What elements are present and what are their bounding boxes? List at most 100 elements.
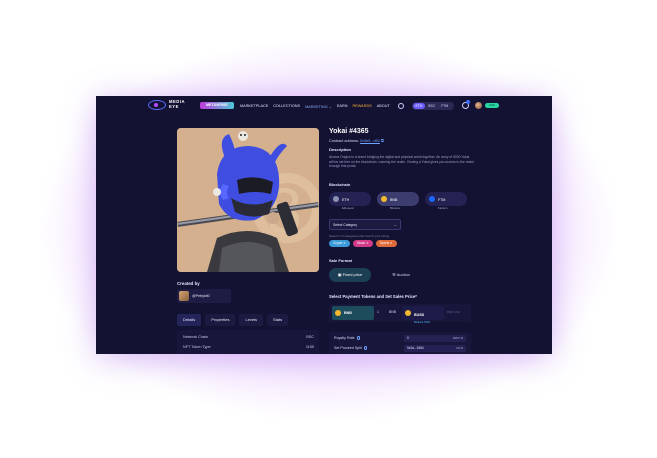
logo-line-2: EYE bbox=[169, 104, 179, 109]
logo[interactable]: MEDIA EYE bbox=[148, 100, 185, 110]
auction-button[interactable]: ⚒ Auction bbox=[381, 268, 421, 282]
metaverse-button[interactable]: METAVERSE bbox=[200, 102, 234, 109]
nav-link-earn[interactable]: EARN bbox=[337, 104, 348, 109]
auction-label: Auction bbox=[396, 272, 410, 277]
tab-properties[interactable]: Properties bbox=[205, 314, 236, 326]
chain-name: BNB bbox=[390, 198, 398, 202]
contract-link[interactable]: 0x3e5...d92 bbox=[360, 139, 380, 143]
chain-ftm[interactable]: FTM bbox=[439, 103, 451, 109]
contract-label: Contract address: bbox=[329, 139, 359, 143]
category-placeholder: Select Category bbox=[333, 223, 358, 227]
royalty-unit: MAX % bbox=[452, 336, 463, 340]
bnb-icon bbox=[335, 310, 341, 316]
royalty-value: 0 bbox=[407, 336, 409, 340]
cart-badge bbox=[466, 100, 470, 104]
creator-name: @Petrykit0 bbox=[192, 294, 210, 298]
payment-label: Select Payment Tokens and Set Sales Pric… bbox=[329, 294, 417, 299]
royalty-label-text: Royalty Rate bbox=[334, 336, 355, 340]
blockchain-option-bnb[interactable]: BNB Binance bbox=[377, 192, 419, 210]
chain-name: FTM bbox=[438, 198, 446, 202]
info-icon[interactable] bbox=[356, 336, 361, 340]
chain-text: BNB Binance bbox=[390, 188, 400, 210]
details-panel: Network Chain BSC NFT Token Type 1155 bbox=[177, 330, 319, 354]
token-busd-label: BUSD bbox=[414, 312, 425, 317]
royalty-label: Royalty Rate bbox=[334, 336, 361, 340]
description-text: Akuma Origins is a brand bridging the di… bbox=[329, 155, 474, 169]
creator-avatar bbox=[179, 291, 189, 301]
tab-levels[interactable]: Levels bbox=[239, 314, 264, 326]
sale-format-label: Sale Format bbox=[329, 258, 352, 263]
busd-icon bbox=[405, 310, 411, 316]
blockchain-options: ETH Ethereum BNB Binance FTM Fantom bbox=[329, 192, 467, 210]
app-screen: MEDIA EYE METAVERSE MARKETPLACE COLLECTI… bbox=[96, 96, 552, 354]
nft-title: Yokai #4365 bbox=[329, 128, 369, 135]
search-icon[interactable] bbox=[398, 103, 404, 109]
fixed-price-button[interactable]: ▣ Fixed price bbox=[329, 268, 371, 282]
royalty-row: Royalty Rate 0 MAX % bbox=[334, 335, 466, 343]
chain-subtitle: Binance bbox=[390, 206, 401, 210]
info-icon[interactable] bbox=[363, 346, 368, 350]
chain-subtitle: Ethereum bbox=[342, 206, 355, 210]
detail-row: Network Chain BSC bbox=[183, 335, 314, 339]
busd-text: BUSD Binance USD bbox=[414, 303, 430, 324]
token-busd[interactable]: BUSD Binance USD bbox=[402, 306, 444, 324]
copy-icon[interactable]: ⧉ bbox=[381, 139, 384, 143]
info-tabs: Details Properties Levels Stats bbox=[177, 314, 319, 326]
detail-value: 1155 bbox=[305, 345, 314, 349]
nav-link-collections[interactable]: COLLECTIONS bbox=[273, 104, 300, 109]
eye-logo-icon bbox=[148, 100, 166, 110]
fantom-icon bbox=[429, 196, 435, 202]
yokai-artwork: 8 bbox=[177, 128, 319, 272]
chain-eth[interactable]: ETH bbox=[413, 103, 425, 109]
chevron-down-icon: ⌄ bbox=[393, 222, 397, 227]
split-input[interactable]: 0x2a...3454 10 % bbox=[404, 345, 466, 352]
royalty-input[interactable]: 0 MAX % bbox=[404, 335, 466, 342]
user-avatar[interactable] bbox=[475, 102, 482, 109]
category-tag-sports[interactable]: Sports ✕ bbox=[375, 240, 397, 247]
blockchain-label: Blockchain bbox=[329, 182, 351, 187]
creator-card[interactable]: @Petrykit0 bbox=[177, 289, 231, 303]
split-value: 0x2a...3454 bbox=[407, 346, 424, 350]
tab-stats[interactable]: Stats bbox=[267, 314, 289, 326]
nav-link-about[interactable]: ABOUT bbox=[377, 104, 390, 109]
category-select[interactable]: Select Category ⌄ bbox=[329, 219, 401, 230]
blockchain-option-ftm[interactable]: FTM Fantom bbox=[425, 192, 467, 210]
nav-link-marketplace[interactable]: MARKETPLACE bbox=[240, 104, 268, 109]
split-unit: 10 % bbox=[456, 346, 463, 350]
chain-text: FTM Fantom bbox=[438, 188, 447, 210]
fees-panel: Royalty Rate 0 MAX % Set Proceed Split 0… bbox=[329, 332, 471, 354]
chain-bsc[interactable]: BSC bbox=[426, 103, 438, 109]
top-navbar: MEDIA EYE METAVERSE MARKETPLACE COLLECTI… bbox=[96, 96, 552, 116]
token-busd-sub: Binance USD bbox=[414, 320, 430, 324]
chain-subtitle: Fantom bbox=[438, 206, 448, 210]
bnb-price-unit: BNB bbox=[389, 310, 396, 314]
nav-link-marketing[interactable]: MARKETING ⌄ bbox=[305, 104, 332, 109]
payment-tokens: BNB 1 BNB BUSD Binance USD BNB USD bbox=[329, 304, 471, 324]
nav-links: MARKETPLACE COLLECTIONS MARKETING ⌄ EARN… bbox=[240, 104, 390, 109]
split-label: Set Proceed Split bbox=[334, 346, 368, 350]
token-extra: BNB USD bbox=[447, 310, 461, 314]
split-label-text: Set Proceed Split bbox=[334, 346, 362, 350]
detail-row: NFT Token Type 1155 bbox=[183, 345, 314, 349]
token-bnb[interactable]: BNB bbox=[332, 306, 374, 320]
chain-switcher[interactable]: ETH BSC FTM bbox=[412, 102, 454, 110]
detail-label: NFT Token Type bbox=[183, 345, 211, 349]
fixed-price-label: Fixed price bbox=[342, 272, 363, 277]
detail-value: BSC bbox=[306, 335, 314, 339]
category-tags: Crypto ✕ Music ✕ Sports ✕ bbox=[329, 240, 397, 247]
bnb-price-input[interactable]: 1 bbox=[377, 310, 379, 314]
token-bnb-label: BNB bbox=[344, 311, 352, 315]
nft-image: 8 bbox=[177, 128, 319, 272]
blockchain-option-eth[interactable]: ETH Ethereum bbox=[329, 192, 371, 210]
nav-link-rewards[interactable]: REWARDS bbox=[352, 104, 371, 109]
contract-address: Contract address: 0x3e5...d92 ⧉ bbox=[329, 139, 384, 143]
wallet-balance[interactable]: 0.00 bbox=[485, 103, 499, 108]
description-label: Description bbox=[329, 147, 352, 152]
tab-details[interactable]: Details bbox=[177, 314, 202, 326]
created-by-label: Created by bbox=[177, 281, 200, 286]
category-tag-music[interactable]: Music ✕ bbox=[352, 240, 373, 247]
split-row: Set Proceed Split 0x2a...3454 10 % bbox=[334, 345, 466, 353]
ethereum-icon bbox=[333, 196, 339, 202]
category-tag-crypto[interactable]: Crypto ✕ bbox=[329, 240, 350, 247]
chain-name: ETH bbox=[342, 198, 350, 202]
